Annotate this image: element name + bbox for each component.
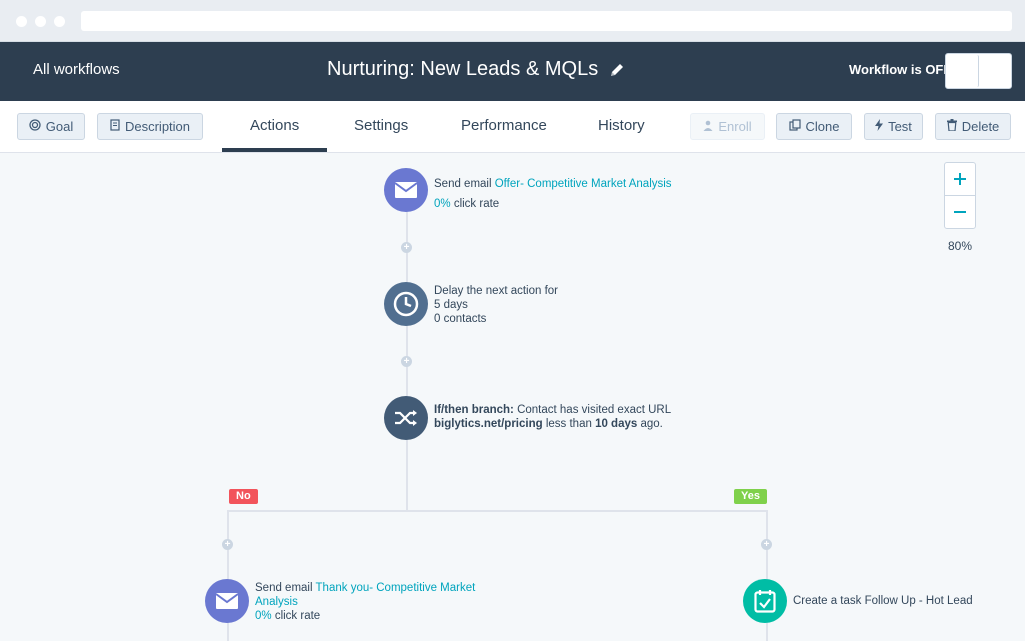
clock-icon: [393, 291, 419, 317]
delay-action-node[interactable]: [384, 282, 428, 326]
window-maximize-dot[interactable]: [54, 16, 65, 27]
branch-action-text: If/then branch: Contact has visited exac…: [434, 403, 671, 431]
pencil-icon[interactable]: [608, 61, 626, 79]
active-tab-underline: [222, 148, 327, 152]
zoom-in-button[interactable]: [944, 162, 976, 196]
email-action-text: Send email Offer- Competitive Market Ana…: [434, 177, 672, 191]
lightning-icon: [875, 119, 884, 134]
window-minimize-dot[interactable]: [35, 16, 46, 27]
delay-action-text: Delay the next action for 5 days 0 conta…: [434, 284, 558, 326]
tab-performance[interactable]: Performance: [461, 117, 547, 134]
plus-icon: [954, 173, 966, 185]
enroll-button[interactable]: Enroll: [690, 113, 765, 140]
branch-yes-pill: Yes: [734, 489, 767, 504]
click-rate-label: click rate: [450, 198, 500, 210]
trash-icon: [946, 119, 957, 134]
email-action-prefix-no: Send email: [255, 582, 316, 594]
connector-line-branch: [227, 510, 768, 512]
branch-condition: Contact has visited exact URL: [513, 404, 672, 416]
email-name-link[interactable]: Offer- Competitive Market Analysis: [495, 178, 672, 190]
goal-button[interactable]: Goal: [17, 113, 85, 140]
branch-less-than: less than: [542, 418, 596, 430]
add-action-plus-no[interactable]: +: [222, 539, 233, 550]
clone-button-label: Clone: [805, 119, 840, 134]
email-name-link-no[interactable]: Thank you- Competitive Market: [316, 582, 476, 594]
zoom-level-label: 80%: [948, 239, 973, 253]
workflow-title: Nurturing: New Leads & MQLs: [327, 58, 599, 80]
workflow-canvas[interactable]: Send email Offer- Competitive Market Ana…: [0, 153, 1025, 641]
delete-button[interactable]: Delete: [935, 113, 1011, 140]
test-button[interactable]: Test: [864, 113, 923, 140]
minus-icon: [954, 211, 966, 213]
add-action-plus[interactable]: +: [401, 356, 412, 367]
branch-days: 10 days: [595, 418, 638, 430]
email-action-prefix: Send email: [434, 178, 495, 190]
document-icon: [110, 119, 120, 134]
copy-icon: [788, 119, 801, 134]
person-icon: [703, 120, 713, 134]
branch-action-node[interactable]: [384, 396, 428, 440]
branch-url: biglytics.net/pricing: [434, 418, 543, 430]
workflow-status-label: Workflow is OFF: [849, 62, 952, 77]
branch-no-pill: No: [229, 489, 258, 504]
address-bar[interactable]: [81, 11, 1012, 31]
delay-line-2: 5 days: [434, 299, 468, 311]
description-button-label: Description: [124, 119, 191, 134]
add-action-plus[interactable]: +: [401, 242, 412, 253]
email-name-link-no-cont[interactable]: Analysis: [255, 595, 475, 609]
click-rate-value[interactable]: 0%: [434, 198, 451, 210]
target-icon: [29, 119, 41, 134]
workflow-on-off-toggle[interactable]: [945, 53, 1012, 89]
branch-ago: ago.: [637, 418, 663, 430]
tab-actions[interactable]: Actions: [250, 117, 299, 134]
task-checklist-icon: [754, 590, 776, 613]
goal-button-label: Goal: [45, 119, 74, 134]
task-action-node[interactable]: [743, 579, 787, 623]
tab-history[interactable]: History: [598, 117, 645, 134]
window-close-dot[interactable]: [16, 16, 27, 27]
email-click-rate: 0% click rate: [434, 197, 499, 211]
workflow-toolbar: Goal Description Actions Settings Perfor…: [0, 101, 1025, 153]
envelope-icon: [394, 182, 418, 198]
browser-chrome: [0, 0, 1025, 42]
email-action-text-no: Send email Thank you- Competitive Market…: [255, 581, 475, 623]
all-workflows-link[interactable]: All workflows: [33, 61, 120, 78]
task-action-text: Create a task Follow Up - Hot Lead: [793, 595, 973, 607]
add-action-plus-yes[interactable]: +: [761, 539, 772, 550]
shuffle-icon: [395, 410, 417, 426]
click-rate-value-no[interactable]: 0%: [255, 610, 272, 622]
delay-line-1: Delay the next action for: [434, 285, 559, 297]
toggle-knob[interactable]: [947, 55, 979, 87]
clone-button[interactable]: Clone: [776, 113, 852, 140]
title-wrap: Nurturing: New Leads & MQLs: [327, 58, 626, 81]
workflow-header: All workflows Nurturing: New Leads & MQL…: [0, 42, 1025, 101]
branch-label: If/then branch:: [434, 404, 514, 416]
delete-button-label: Delete: [961, 119, 1000, 134]
tab-settings[interactable]: Settings: [354, 117, 408, 134]
description-button[interactable]: Description: [97, 113, 203, 140]
zoom-out-button[interactable]: [944, 195, 976, 229]
delay-line-3: 0 contacts: [434, 313, 487, 325]
email-action-node[interactable]: [384, 168, 428, 212]
enroll-button-label: Enroll: [718, 119, 752, 134]
test-button-label: Test: [888, 119, 912, 134]
email-action-node-no[interactable]: [205, 579, 249, 623]
click-rate-label-no: click rate: [271, 610, 321, 622]
envelope-icon: [215, 593, 239, 609]
